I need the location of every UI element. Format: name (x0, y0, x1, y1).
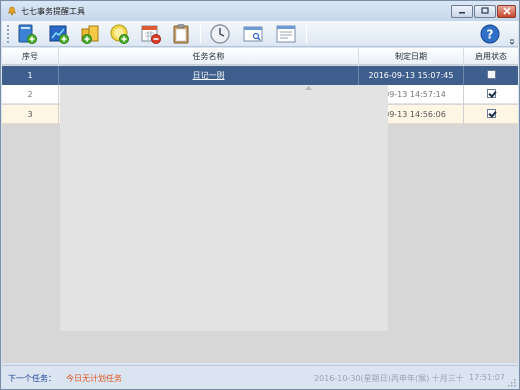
task-group-button[interactable] (79, 23, 101, 45)
help-button[interactable]: ? (479, 23, 501, 45)
bell-icon (7, 6, 17, 16)
clipboard-button[interactable] (171, 23, 193, 45)
toolbar-overflow-icon[interactable] (509, 38, 515, 45)
popup-panel[interactable] (60, 85, 388, 331)
row-index: 1 (2, 66, 59, 85)
close-icon (502, 6, 511, 17)
delete-task-button[interactable] (140, 23, 162, 45)
next-task-value: 今日无计划任务 (66, 374, 122, 383)
toolbar: ? (2, 21, 518, 47)
clock-button[interactable] (209, 23, 231, 45)
add-reminder-button[interactable] (109, 23, 131, 45)
title-bar[interactable]: 七七事务提醒工具 (1, 1, 519, 21)
minimize-icon (458, 7, 466, 16)
column-header-status[interactable]: 启用状态 (464, 48, 518, 65)
enable-checkbox[interactable] (486, 70, 496, 79)
chevron-up-icon (305, 83, 312, 90)
clock-icon (209, 24, 231, 47)
new-task-button[interactable] (16, 23, 38, 45)
window-title: 七七事务提醒工具 (21, 7, 85, 16)
clipboard-icon (171, 24, 193, 47)
row-date: 2016-09-13 15:07:45 (359, 66, 464, 85)
svg-text:?: ? (487, 28, 494, 42)
edit-task-button[interactable] (48, 23, 70, 45)
row-index: 3 (2, 105, 59, 124)
search-window-button[interactable] (242, 23, 264, 45)
table-row[interactable]: 1 日记一则 2016-09-13 15:07:45 (2, 66, 518, 85)
calendar-delete-icon (140, 25, 162, 47)
folder-add-icon (79, 25, 101, 47)
next-task-label: 下一个任务： (8, 374, 56, 383)
toolbar-separator (200, 25, 201, 43)
add-circle-icon (109, 24, 131, 47)
row-status (464, 66, 518, 85)
maximize-button[interactable] (474, 5, 496, 18)
status-date: 2016-10-30(星期日) (314, 374, 391, 383)
window-search-icon (242, 26, 264, 47)
window-settings-button[interactable] (275, 23, 297, 45)
status-lunar-date: 丙申年(猴) 十月三十 (391, 374, 464, 383)
toolbar-grip[interactable] (7, 25, 9, 43)
chart-edit-icon (48, 25, 70, 47)
column-header-index[interactable]: 序号 (2, 48, 59, 65)
enable-checkbox[interactable] (486, 109, 496, 118)
grid-header: 序号 任务名称 制定日期 启用状态 (2, 48, 518, 65)
enable-checkbox[interactable] (486, 89, 496, 98)
new-document-icon (16, 24, 38, 47)
row-status (464, 85, 518, 104)
row-index: 2 (2, 85, 59, 104)
row-task-name[interactable]: 日记一则 (59, 66, 359, 85)
resize-grip-icon[interactable] (507, 378, 516, 387)
main-window: 七七事务提醒工具 ? 序号 任务名称 制定日期 启用状态 1 日记一则 2016… (0, 0, 520, 390)
window-list-icon (275, 25, 297, 47)
close-button[interactable] (497, 5, 516, 18)
status-bar: 下一个任务： 今日无计划任务 2016-10-30(星期日) 丙申年(猴) 十月… (2, 365, 518, 389)
help-icon: ? (479, 24, 501, 47)
row-status (464, 105, 518, 124)
column-header-name[interactable]: 任务名称 (59, 48, 359, 65)
maximize-icon (481, 7, 489, 16)
column-header-date[interactable]: 制定日期 (359, 48, 464, 65)
toolbar-separator (306, 25, 307, 43)
status-time: 17:51:07 (469, 373, 505, 382)
minimize-button[interactable] (451, 5, 473, 18)
